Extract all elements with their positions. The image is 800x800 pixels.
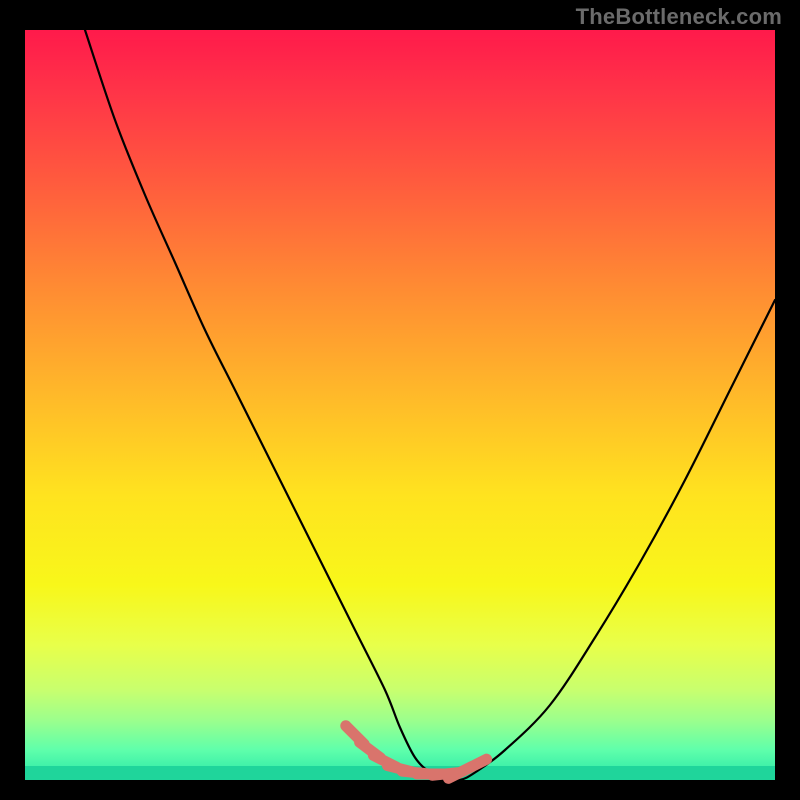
watermark: TheBottleneck.com [576,4,782,30]
bottleneck-curve [85,30,775,781]
highlight-marker [463,759,486,771]
curve-svg [25,30,775,780]
plot-area [25,30,775,780]
highlight-markers [346,726,487,779]
chart-frame: TheBottleneck.com [0,0,800,800]
